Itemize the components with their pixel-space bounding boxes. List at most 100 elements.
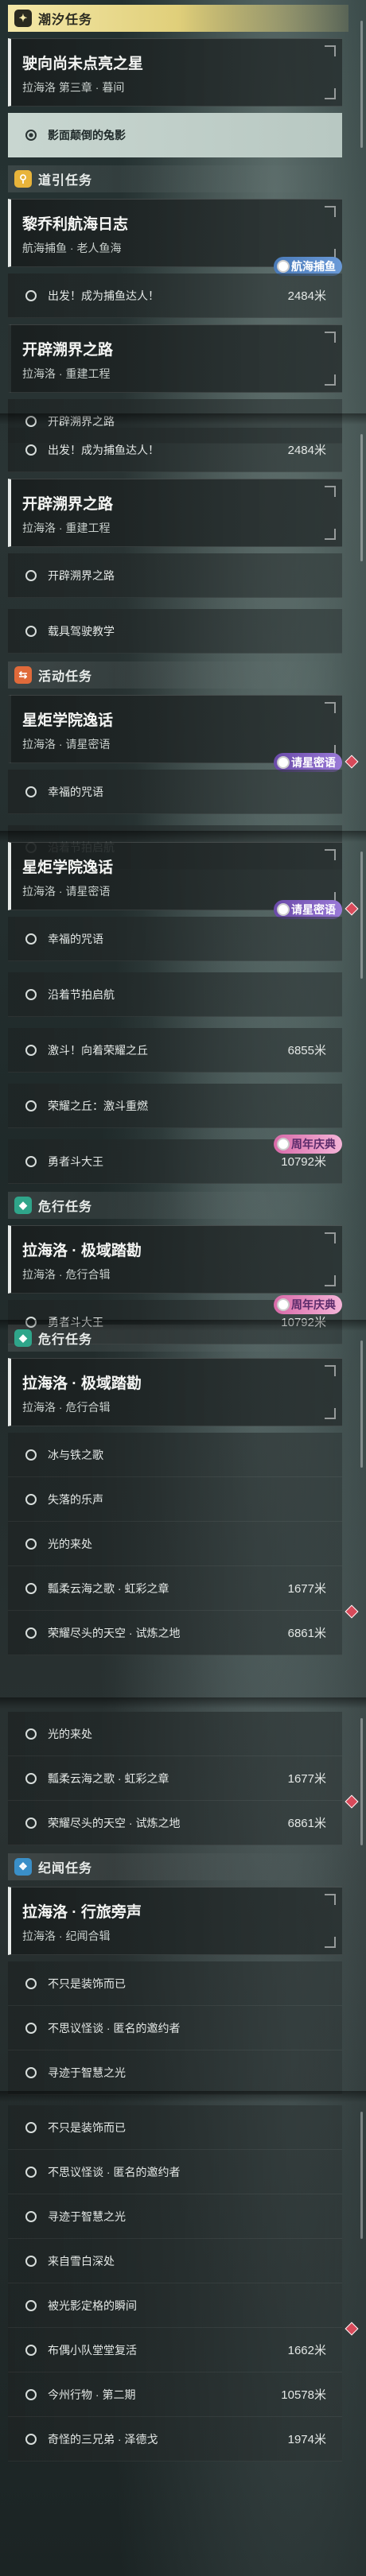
alert-diamond-icon — [345, 902, 359, 916]
quest-panel: 星炬学院逸话 拉海洛 · 请星密语 请星密语 幸福的咒语 沿着节拍启航 激斗！向着荣耀之丘… — [0, 836, 366, 1344]
quest-subtitle: 拉海洛 · 纪闻合辑 — [22, 1930, 111, 1942]
radio-icon — [25, 129, 37, 141]
quest-panel: 不只是装饰而已不思议怪谈 · 匿名的邀约者 寻迹于智慧之光 来自雪白深处被光影定格的… — [0, 2096, 366, 2462]
quest-step[interactable]: 勇者斗大王 10792米 周年庆典 — [8, 1135, 342, 1184]
radio-icon — [25, 786, 37, 797]
quest-card[interactable]: 星炬学院逸话 拉海洛 · 请星密语 请星密语 — [8, 695, 359, 772]
quest-step-label: 出发！成为捕鱼达人！ — [48, 289, 159, 302]
distance-readout: 1677米 — [287, 1582, 326, 1596]
star-icon: ✦ — [14, 10, 32, 27]
book-icon: ❖ — [14, 1858, 32, 1876]
quest-step[interactable]: 开辟溯界之路 — [8, 553, 342, 598]
frame-corner-icon — [325, 1408, 336, 1419]
scrollbar[interactable] — [360, 1718, 363, 1845]
quest-step-label: 不只是装饰而已 — [48, 2120, 126, 2134]
section-header[interactable]: ⇆ 活动任务 — [8, 661, 348, 689]
radio-icon — [25, 2388, 37, 2400]
quest-step-label: 被光影定格的瞬间 — [48, 2299, 137, 2312]
quest-subtitle: 拉海洛 · 请星密语 — [22, 885, 111, 898]
quest-card[interactable]: 星炬学院逸话 拉海洛 · 请星密语 请星密语 — [8, 842, 359, 919]
quest-title: 黎乔利航海日志 — [22, 216, 129, 233]
distance-readout: 10792米 — [281, 1155, 326, 1169]
quest-step[interactable]: 荣耀尽头的天空 · 试炼之地 6861米 — [8, 1604, 359, 1655]
radio-icon — [25, 2066, 37, 2078]
section-title: 纪闻任务 — [38, 1862, 93, 1876]
distance-readout: 2484米 — [287, 444, 326, 457]
quest-step[interactable]: 光的来处 — [8, 1522, 342, 1566]
quest-step[interactable]: 荣耀之丘：激斗重燃 — [8, 1084, 342, 1128]
frame-corner-icon — [325, 1894, 336, 1905]
quest-step-label: 幸福的咒语 — [48, 785, 103, 798]
section-header[interactable]: ✦ 潮汐任务 — [8, 5, 348, 32]
quest-step[interactable]: 沿着节拍启航 — [8, 972, 342, 1017]
quest-step[interactable]: 光的来处 — [8, 1712, 342, 1756]
quest-card[interactable]: 驶向尚未点亮之星 拉海洛 第三章 · 暮间 — [8, 38, 342, 107]
quest-step[interactable]: 寻迹于智慧之光 — [8, 2194, 342, 2239]
diamond-icon: ◆ — [14, 1197, 32, 1214]
quest-card[interactable]: 拉海洛 · 极域踏勘 拉海洛 · 危行合辑 — [8, 1358, 342, 1426]
quest-step[interactable]: 出发！成为捕鱼达人！ 2484米 — [8, 274, 342, 318]
scrollbar[interactable] — [360, 1340, 363, 1468]
frame-corner-icon — [325, 486, 336, 497]
quest-title: 开辟溯界之路 — [22, 496, 114, 513]
section-header[interactable]: ❖ 纪闻任务 — [8, 1853, 348, 1880]
distance-readout: 1677米 — [287, 1772, 326, 1786]
quest-step[interactable]: 来自雪白深处 — [8, 2239, 342, 2283]
quest-step[interactable]: 出发！成为捕鱼达人！ 2484米 — [8, 428, 342, 472]
badge-emblem-icon — [277, 1138, 290, 1150]
quest-step[interactable]: 被光影定格的瞬间 — [8, 2283, 342, 2328]
quest-step[interactable]: 影面颠倒的兔影 — [8, 113, 342, 157]
quest-step[interactable]: 幸福的咒语 — [8, 770, 342, 814]
quest-panel: ✦ 潮汐任务驶向尚未点亮之星 拉海洛 第三章 · 暮间影面颠倒的兔影 ⚲ 道引任务黎乔利… — [0, 5, 366, 444]
quest-step-label: 瓢柔云海之歌 · 虹彩之章 — [48, 1581, 169, 1595]
scrollbar[interactable] — [360, 21, 363, 148]
section-header[interactable]: ⚲ 道引任务 — [8, 165, 348, 192]
quest-step[interactable]: 布偶小队堂堂复活 1662米 — [8, 2322, 359, 2372]
radio-icon — [25, 1493, 37, 1505]
quest-step[interactable]: 不思议怪谈 · 匿名的邀约者 — [8, 2006, 342, 2050]
quest-step[interactable]: 不只是装饰而已 — [8, 2105, 342, 2150]
quest-step[interactable]: 瓢柔云海之歌 · 虹彩之章 1677米 — [8, 1566, 342, 1611]
quest-step[interactable]: 冰与铁之歌 — [8, 1433, 342, 1477]
quest-card[interactable]: 开辟溯界之路 拉海洛 · 重建工程 — [8, 479, 342, 547]
quest-step[interactable]: 幸福的咒语 — [8, 917, 342, 961]
scrollbar[interactable] — [360, 2112, 363, 2239]
event-badge: 周年庆典 — [274, 1295, 342, 1314]
quest-subtitle: 拉海洛 第三章 · 暮间 — [22, 81, 125, 94]
quest-step[interactable]: 奇怪的三兄弟 · 泽德戈 1974米 — [8, 2417, 342, 2462]
quest-step[interactable]: 瓢柔云海之歌 · 虹彩之章 1677米 — [8, 1756, 342, 1801]
frame-corner-icon — [325, 1275, 336, 1286]
section-header[interactable]: ◆ 危行任务 — [8, 1192, 348, 1219]
quest-step[interactable]: 激斗！向着荣耀之丘 6855米 — [8, 1028, 342, 1073]
section-header[interactable]: ◆ 危行任务 — [8, 1325, 348, 1352]
section-title: 危行任务 — [38, 1201, 93, 1214]
quest-step-label: 激斗！向着荣耀之丘 — [48, 1043, 148, 1057]
quest-subtitle: 拉海洛 · 危行合辑 — [22, 1268, 111, 1281]
quest-step[interactable]: 不思议怪谈 · 匿名的邀约者 — [8, 2150, 342, 2194]
distance-readout: 6861米 — [287, 1817, 326, 1830]
badge-emblem-icon — [277, 1298, 290, 1311]
quest-step[interactable]: 载具驾驶教学 — [8, 609, 342, 654]
quest-card[interactable]: 开辟溯界之路 拉海洛 · 重建工程 — [8, 324, 342, 393]
quest-card[interactable]: 拉海洛 · 行旅旁声 拉海洛 · 纪闻合辑 — [8, 1887, 342, 1955]
quest-card[interactable]: 拉海洛 · 极域踏勘 拉海洛 · 危行合辑 — [8, 1225, 342, 1294]
top-spacer — [0, 2096, 366, 2099]
quest-step[interactable]: 不只是装饰而已 — [8, 1961, 342, 2006]
quest-step-label: 出发！成为捕鱼达人！ — [48, 443, 159, 456]
scrollbar[interactable] — [360, 852, 363, 979]
quest-step-label: 荣耀尽头的天空 · 试炼之地 — [48, 1816, 181, 1829]
section-title: 潮汐任务 — [38, 14, 93, 27]
scrollbar[interactable] — [360, 434, 363, 561]
quest-step-label: 不只是装饰而已 — [48, 1977, 126, 1990]
frame-corner-icon — [325, 1937, 336, 1948]
quest-card[interactable]: 黎乔利航海日志 航海捕鱼 · 老人鱼海 航海捕鱼 — [8, 199, 342, 276]
radio-icon — [25, 1044, 37, 1056]
quest-step[interactable]: 今州行物 · 第二期 10578米 — [8, 2372, 342, 2417]
quest-step[interactable]: 失落的乐声 — [8, 1477, 342, 1522]
quest-step[interactable]: 荣耀尽头的天空 · 试炼之地 6861米 — [8, 1794, 359, 1845]
quest-step-label: 寻迹于智慧之光 — [48, 2066, 126, 2079]
quest-panel: 光的来处 瓢柔云海之歌 · 虹彩之章 1677米荣耀尽头的天空 · 试炼之地 6861… — [0, 1702, 366, 2095]
quest-step-label: 开辟溯界之路 — [48, 568, 115, 582]
quest-step[interactable]: 寻迹于智慧之光 — [8, 2050, 342, 2095]
diamond-icon: ◆ — [14, 1329, 32, 1347]
